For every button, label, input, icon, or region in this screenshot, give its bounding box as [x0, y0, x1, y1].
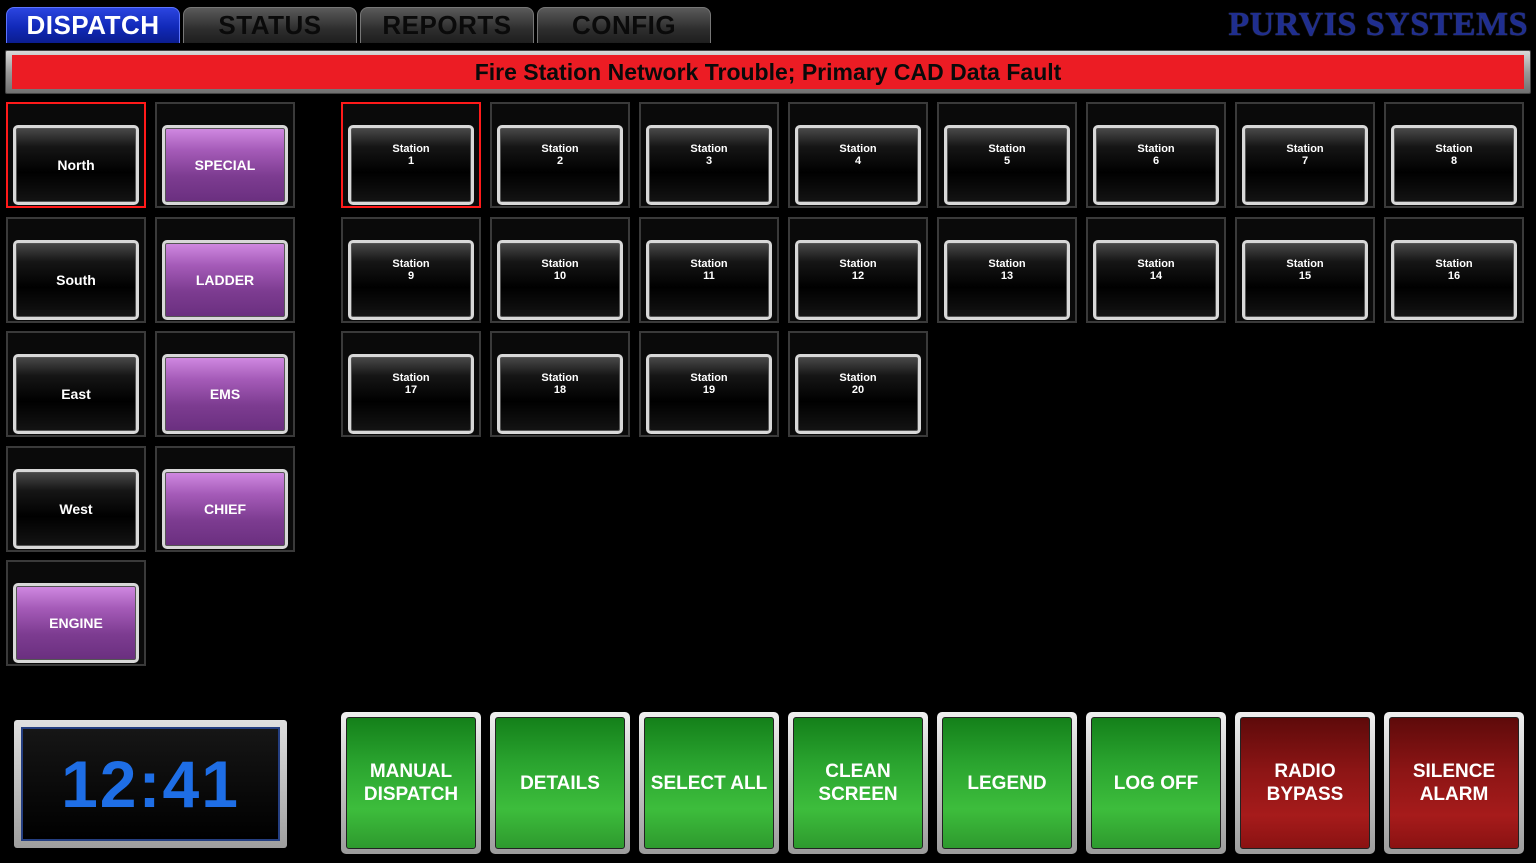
station-label: Station 13: [944, 240, 1070, 320]
unit-type-label: EMS: [162, 354, 288, 434]
log-off-button[interactable]: LOG OFF: [1086, 712, 1226, 854]
radio-bypass-button[interactable]: RADIO BYPASS: [1235, 712, 1375, 854]
station-18-button[interactable]: Station 18: [490, 331, 630, 437]
action-label: LEGEND: [942, 717, 1072, 849]
details-button[interactable]: DETAILS: [490, 712, 630, 854]
manual-dispatch-button[interactable]: MANUAL DISPATCH: [341, 712, 481, 854]
station-2-button[interactable]: Station 2: [490, 102, 630, 208]
zone-label: East: [13, 354, 139, 434]
station-9-button[interactable]: Station 9: [341, 217, 481, 323]
unit-type-label: LADDER: [162, 240, 288, 320]
clock-time: 12:41: [21, 727, 280, 841]
station-label: Station 18: [497, 354, 623, 434]
select-all-button[interactable]: SELECT ALL: [639, 712, 779, 854]
station-19-button[interactable]: Station 19: [639, 331, 779, 437]
station-label: Station 4: [795, 125, 921, 205]
station-label: Station 2: [497, 125, 623, 205]
station-8-button[interactable]: Station 8: [1384, 102, 1524, 208]
zone-east-button[interactable]: East: [6, 331, 146, 437]
station-label: Station 8: [1391, 125, 1517, 205]
station-label: Station 16: [1391, 240, 1517, 320]
brand-logo: PURVIS SYSTEMS: [1228, 6, 1528, 43]
zone-label: South: [13, 240, 139, 320]
action-label: RADIO BYPASS: [1240, 717, 1370, 849]
station-10-button[interactable]: Station 10: [490, 217, 630, 323]
station-7-button[interactable]: Station 7: [1235, 102, 1375, 208]
unit-type-label: ENGINE: [13, 583, 139, 663]
action-label: SILENCE ALARM: [1389, 717, 1519, 849]
station-label: Station 12: [795, 240, 921, 320]
station-label: Station 17: [348, 354, 474, 434]
action-label: CLEAN SCREEN: [793, 717, 923, 849]
station-6-button[interactable]: Station 6: [1086, 102, 1226, 208]
station-11-button[interactable]: Station 11: [639, 217, 779, 323]
clean-screen-button[interactable]: CLEAN SCREEN: [788, 712, 928, 854]
station-label: Station 20: [795, 354, 921, 434]
station-13-button[interactable]: Station 13: [937, 217, 1077, 323]
action-label: MANUAL DISPATCH: [346, 717, 476, 849]
station-label: Station 14: [1093, 240, 1219, 320]
station-16-button[interactable]: Station 16: [1384, 217, 1524, 323]
zone-north-button[interactable]: North: [6, 102, 146, 208]
action-label: DETAILS: [495, 717, 625, 849]
station-label: Station 6: [1093, 125, 1219, 205]
station-20-button[interactable]: Station 20: [788, 331, 928, 437]
alert-banner: Fire Station Network Trouble; Primary CA…: [5, 50, 1531, 94]
station-17-button[interactable]: Station 17: [341, 331, 481, 437]
station-label: Station 7: [1242, 125, 1368, 205]
unit-type-label: CHIEF: [162, 469, 288, 549]
action-label: LOG OFF: [1091, 717, 1221, 849]
unit-engine-button[interactable]: ENGINE: [6, 560, 146, 666]
tab-reports[interactable]: REPORTS: [360, 7, 534, 43]
unit-ems-button[interactable]: EMS: [155, 331, 295, 437]
station-label: Station 11: [646, 240, 772, 320]
station-4-button[interactable]: Station 4: [788, 102, 928, 208]
unit-ladder-button[interactable]: LADDER: [155, 217, 295, 323]
silence-alarm-button[interactable]: SILENCE ALARM: [1384, 712, 1524, 854]
station-label: Station 10: [497, 240, 623, 320]
station-5-button[interactable]: Station 5: [937, 102, 1077, 208]
legend-button[interactable]: LEGEND: [937, 712, 1077, 854]
unit-special-button[interactable]: SPECIAL: [155, 102, 295, 208]
station-3-button[interactable]: Station 3: [639, 102, 779, 208]
unit-chief-button[interactable]: CHIEF: [155, 446, 295, 552]
station-label: Station 15: [1242, 240, 1368, 320]
station-label: Station 3: [646, 125, 772, 205]
station-label: Station 9: [348, 240, 474, 320]
tab-status[interactable]: STATUS: [183, 7, 357, 43]
station-label: Station 5: [944, 125, 1070, 205]
unit-type-label: SPECIAL: [162, 125, 288, 205]
zone-west-button[interactable]: West: [6, 446, 146, 552]
tab-dispatch[interactable]: DISPATCH: [6, 7, 180, 43]
station-label: Station 1: [348, 125, 474, 205]
station-1-button[interactable]: Station 1: [341, 102, 481, 208]
station-15-button[interactable]: Station 15: [1235, 217, 1375, 323]
station-12-button[interactable]: Station 12: [788, 217, 928, 323]
tab-bar: DISPATCH STATUS REPORTS CONFIG: [6, 7, 711, 43]
station-14-button[interactable]: Station 14: [1086, 217, 1226, 323]
clock-display: 12:41: [14, 720, 287, 848]
tab-config[interactable]: CONFIG: [537, 7, 711, 43]
zone-label: North: [13, 125, 139, 205]
alert-message: Fire Station Network Trouble; Primary CA…: [12, 55, 1524, 89]
station-label: Station 19: [646, 354, 772, 434]
action-label: SELECT ALL: [644, 717, 774, 849]
zone-label: West: [13, 469, 139, 549]
zone-south-button[interactable]: South: [6, 217, 146, 323]
